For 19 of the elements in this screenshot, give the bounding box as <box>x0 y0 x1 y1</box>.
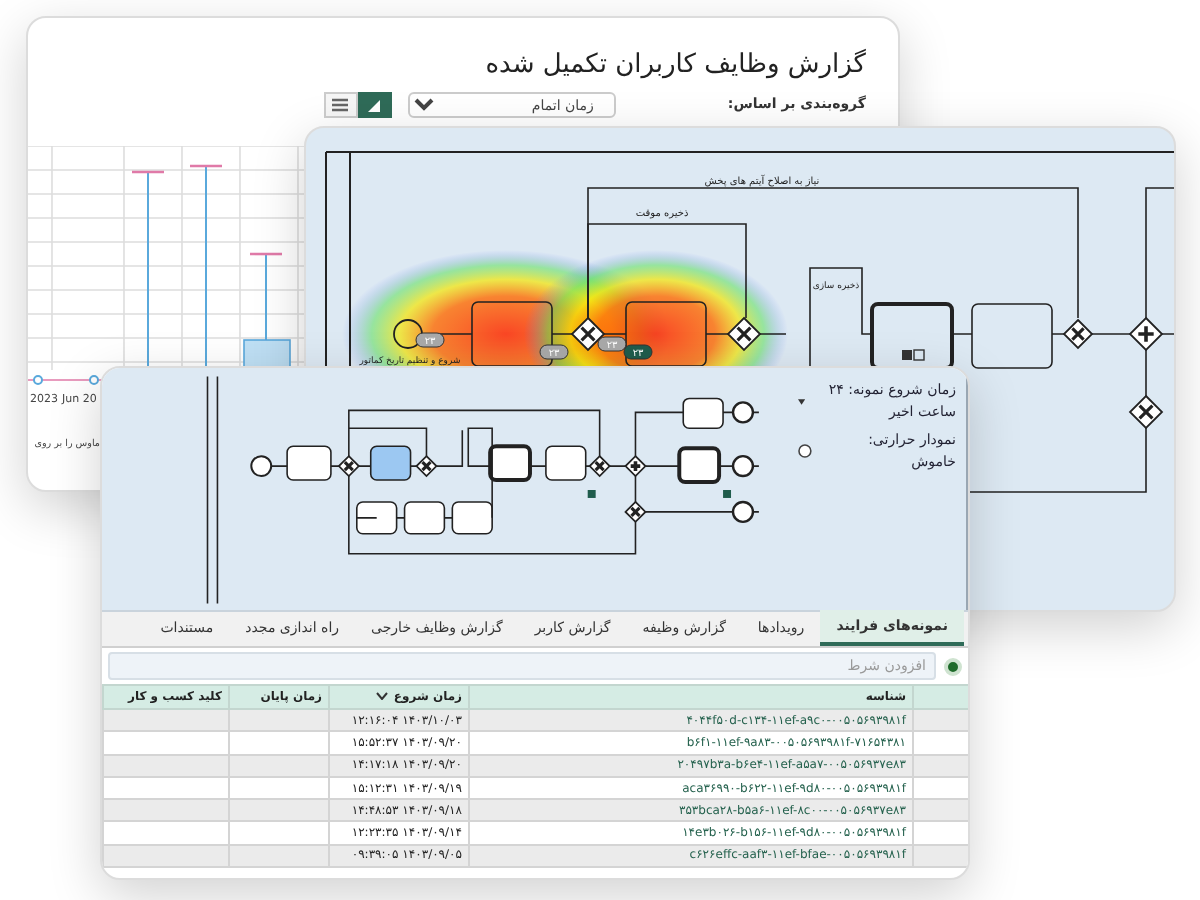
list-icon <box>332 98 349 112</box>
gateway-icon <box>726 316 762 352</box>
chart-icon <box>366 98 383 112</box>
table-cell <box>229 821 329 845</box>
toggle-icon[interactable] <box>798 444 813 458</box>
gateway-icon <box>1128 316 1164 352</box>
window-title: گزارش وظایف کاربران تکمیل شده <box>485 50 866 82</box>
table-cell <box>229 754 329 777</box>
gateway-icon <box>1128 394 1164 430</box>
table-cell <box>229 844 329 868</box>
gateway-icon <box>1062 318 1094 350</box>
sort-caret-icon[interactable] <box>375 692 388 701</box>
view-toggle-button[interactable] <box>357 92 392 118</box>
table-cell <box>229 799 329 822</box>
table-cell <box>229 709 329 732</box>
table-header-cell <box>913 685 968 709</box>
add-filter-icon[interactable] <box>944 657 962 675</box>
caret-icon[interactable] <box>798 397 806 405</box>
table-cell <box>229 731 329 755</box>
